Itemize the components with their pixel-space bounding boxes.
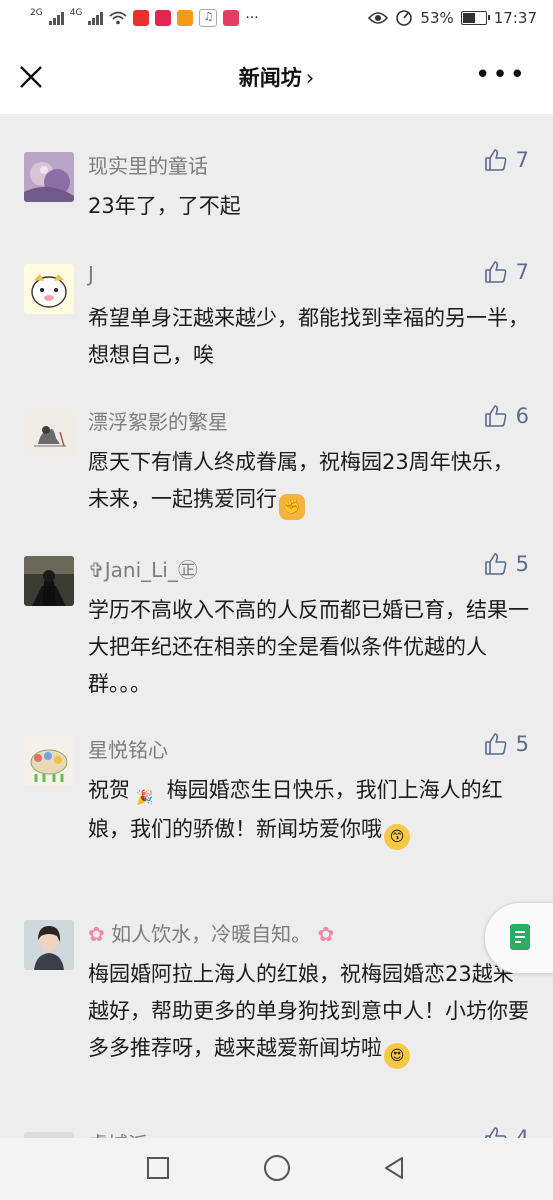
home-icon[interactable] (263, 1154, 291, 1182)
comment-author[interactable]: 现实里的童话 (88, 150, 208, 179)
comment-author[interactable]: ✿ 如人饮水，冷暖自知。 ✿ (88, 918, 334, 947)
comment-text: 希望单身汪越来越少，都能找到幸福的另一半，想想自己，唉 (88, 306, 529, 367)
wifi-icon (109, 11, 127, 25)
signal-1-icon (48, 11, 64, 25)
avatar[interactable] (24, 736, 74, 786)
comment-author[interactable]: 漂浮絮影的繁星 (88, 406, 228, 435)
app-square-icon (223, 10, 240, 26)
comment-text: 祝贺 🎉 梅园婚恋生日快乐，我们上海人的红娘，我们的骄傲！新闻坊爱你哦 😙 (88, 772, 529, 850)
comment-author[interactable]: 星悦铭心 (88, 734, 168, 763)
like-button[interactable]: 6 (484, 404, 529, 428)
like-button[interactable]: 5 (484, 552, 529, 576)
note-icon (510, 924, 530, 950)
signal-1-label: 2G (30, 8, 43, 18)
like-count: 7 (515, 148, 529, 172)
party-popper-icon: 🎉 (136, 790, 154, 806)
system-nav-bar (0, 1138, 553, 1200)
avatar[interactable] (24, 408, 74, 458)
battery-percent: 53% (420, 9, 454, 27)
chevron-right-icon: › (305, 66, 315, 90)
app-play-icon (177, 10, 194, 26)
status-bar: 2G 4G ♫ ··· 53% 17:37 (0, 0, 553, 38)
comment-text: 愿天下有情人终成眷属，祝梅园23周年快乐，未来，一起携爱同行 ✊ (88, 444, 529, 520)
comment-author[interactable]: ✞Jani_Li_㊣ (88, 554, 198, 583)
comment-text: 学历不高收入不高的人反而都已婚已育，结果一大把年纪还在相亲的全是看似条件优越的人… (88, 598, 529, 696)
back-icon[interactable] (382, 1156, 406, 1180)
thumbs-up-icon (484, 405, 507, 427)
avatar[interactable] (24, 264, 74, 314)
signal-2-icon (88, 11, 104, 25)
like-button[interactable]: 5 (484, 732, 529, 756)
status-left: 2G 4G ♫ ··· (30, 8, 259, 27)
flower-icon: ✿ (88, 922, 105, 946)
signal-2-label: 4G (69, 8, 83, 18)
comment-text: 23年了，了不起 (88, 194, 241, 218)
comment-author[interactable]: 虐城派 (88, 1128, 148, 1138)
thumbs-up-icon (484, 733, 507, 755)
like-button[interactable]: 7 (484, 148, 529, 172)
comment-text: 梅园婚阿拉上海人的红娘，祝梅园婚恋23越来越好，帮助更多的单身狗找到意中人！小坊… (88, 956, 529, 1069)
comment-list: 现实里的童话 7 23年了，了不起 J 7 希望单身汪越来越少，都能找到幸福的另… (0, 114, 553, 1138)
flower-icon: ✿ (317, 922, 335, 946)
thumbs-up-icon (484, 149, 507, 171)
thumbs-up-icon (484, 261, 507, 283)
page-title[interactable]: 新闻坊 › (0, 62, 553, 92)
eye-icon (368, 12, 389, 24)
more-icon[interactable]: ••• (475, 60, 527, 90)
like-count: 5 (515, 552, 529, 576)
recents-icon[interactable] (146, 1156, 170, 1180)
like-count: 7 (515, 260, 529, 284)
avatar[interactable] (24, 152, 74, 202)
like-count: 4 (515, 1126, 529, 1138)
comment-author-name: 如人饮水，冷暖自知。 (111, 922, 312, 946)
comment-text-prefix: 祝贺 (88, 778, 130, 802)
nav-bar: 新闻坊 › ••• (0, 38, 553, 114)
avatar[interactable] (24, 556, 74, 606)
comment-author[interactable]: J (88, 262, 94, 286)
data-saver-icon (396, 10, 413, 26)
like-button[interactable]: 4 (484, 1126, 529, 1138)
app-red-icon (133, 10, 150, 26)
more-status-icon: ··· (245, 10, 259, 26)
like-count: 5 (515, 732, 529, 756)
floating-note-button[interactable] (484, 902, 553, 974)
avatar[interactable] (24, 920, 74, 970)
thumbs-up-icon (484, 1127, 507, 1138)
like-button[interactable]: 7 (484, 260, 529, 284)
battery-fill (462, 13, 476, 23)
app-music-icon: ♫ (199, 9, 218, 27)
heart-eyes-icon: 😍 (384, 1043, 410, 1069)
like-count: 6 (515, 404, 529, 428)
thumbs-up-icon (484, 553, 507, 575)
fist-emoji-icon: ✊ (279, 494, 305, 520)
battery-icon (460, 11, 490, 25)
status-right: 53% 17:37 (368, 9, 537, 27)
comment-text-body: 梅园婚阿拉上海人的红娘，祝梅园婚恋23越来越好，帮助更多的单身狗找到意中人！小坊… (88, 962, 529, 1060)
kissing-face-icon: 😙 (384, 824, 410, 850)
page-title-text: 新闻坊 (238, 66, 302, 90)
clock: 17:37 (493, 9, 537, 27)
app-pink-icon (155, 10, 172, 26)
